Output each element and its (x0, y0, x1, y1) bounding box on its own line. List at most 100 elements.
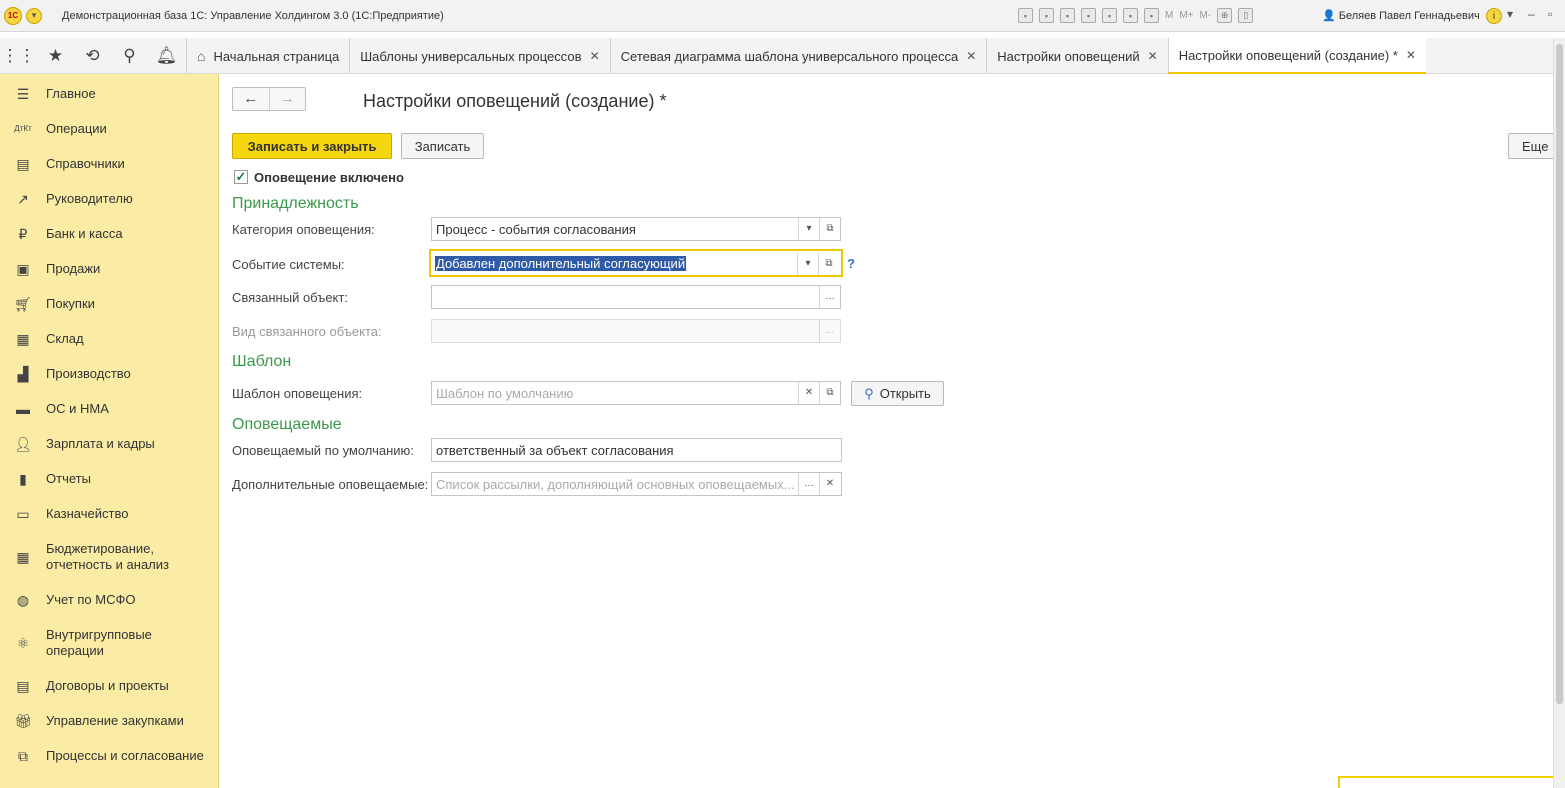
tab-label: Шаблоны универсальных процессов (360, 48, 582, 64)
tab-notification-settings-create[interactable]: Настройки оповещений (создание) * ✕ (1167, 38, 1426, 74)
trend-icon: ↗ (17, 191, 29, 207)
close-icon[interactable]: ✕ (1406, 48, 1416, 62)
save-and-close-button[interactable]: Записать и закрыть (232, 133, 392, 159)
bar-chart-icon: ▮ (19, 471, 27, 487)
extra-recipients-field[interactable]: Список рассылки, дополняющий основных оп… (431, 472, 842, 496)
close-icon[interactable]: ✕ (590, 49, 600, 63)
default-recipient-label: Оповещаемый по умолчанию: (232, 443, 414, 458)
template-placeholder: Шаблон по умолчанию (436, 386, 574, 401)
vertical-scrollbar[interactable] (1553, 38, 1565, 788)
sidebar-item-purchases[interactable]: 🛒︎ Покупки (0, 295, 219, 313)
open-form-icon[interactable]: ⧉ (818, 253, 839, 275)
sidebar-item-budgeting[interactable]: ▦ Бюджетирование, отчетность и анализ (0, 540, 219, 573)
tab-label: Настройки оповещений (997, 48, 1140, 64)
sidebar-item-ifrs[interactable]: ◍ Учет по МСФО (0, 591, 219, 609)
history-icon[interactable]: ⟲ (74, 46, 111, 66)
sidebar-item-production[interactable]: ▟ Производство (0, 365, 219, 383)
apps-grid-icon[interactable]: ⋮⋮ (0, 46, 37, 66)
page-title: Настройки оповещений (создание) * (363, 91, 667, 111)
clear-icon[interactable]: ✕ (798, 382, 819, 404)
tab-home[interactable]: ⌂ Начальная страница (186, 38, 349, 74)
chevron-down-icon[interactable]: ▾ (797, 253, 818, 275)
template-field[interactable]: Шаблон по умолчанию ✕ ⧉ (431, 381, 841, 405)
memory-plus-button[interactable]: M+ (1179, 8, 1193, 23)
nav-buttons: ← → (232, 87, 306, 111)
flow-icon: ⧉ (18, 748, 28, 764)
dropdown-icon[interactable]: ▾ (1507, 7, 1513, 21)
open-template-button[interactable]: ⚲ Открыть (851, 381, 944, 406)
sidebar-item-catalogs[interactable]: ▤ Справочники (0, 155, 219, 173)
sidebar-item-contracts[interactable]: ▤ Договоры и проекты (0, 677, 219, 695)
gift-icon: 🎁︎ (14, 713, 32, 729)
preview-icon[interactable]: ▪ (1060, 8, 1075, 23)
minimize-icon[interactable]: – (1528, 7, 1535, 21)
sidebar-item-manager[interactable]: ↗ Руководителю (0, 190, 219, 208)
bell-icon[interactable]: 🔔︎ (148, 46, 185, 66)
user-name[interactable]: 👤 Беляев Павел Геннадьевич (1322, 9, 1480, 22)
forward-arrow-icon[interactable]: → (268, 88, 306, 110)
copy-icon[interactable]: ▪ (1102, 8, 1117, 23)
search-icon[interactable]: ⚲ (111, 46, 148, 66)
group-recipients-title: Оповещаемые (232, 416, 342, 433)
warehouse-icon: ▦ (16, 331, 30, 347)
back-arrow-icon[interactable]: ← (233, 88, 269, 110)
sidebar-item-payroll[interactable]: 👤︎ Зарплата и кадры (0, 435, 219, 453)
tab-process-templates[interactable]: Шаблоны универсальных процессов ✕ (349, 38, 609, 74)
save-button[interactable]: Записать (401, 133, 484, 159)
form-area: ← → Настройки оповещений (создание) * За… (220, 74, 1565, 788)
tab-label: Сетевая диаграмма шаблона универсального… (620, 48, 959, 64)
tab-network-diagram[interactable]: Сетевая диаграмма шаблона универсального… (609, 38, 987, 74)
search-icon: ⚲ (864, 385, 874, 401)
help-icon[interactable]: ? (847, 256, 855, 271)
sidebar-item-reports[interactable]: ▮ Отчеты (0, 470, 219, 488)
chevron-down-icon[interactable]: ▾ (798, 218, 819, 240)
sidebar-item-operations[interactable]: ДтКт Операции (0, 120, 219, 138)
sidebar-item-bank[interactable]: ₽ Банк и касса (0, 225, 219, 243)
sidebar: ☰ Главное ДтКт Операции ▤ Справочники ↗ Руко… (0, 74, 219, 788)
enabled-label: Оповещение включено (254, 170, 404, 185)
favorites-star-icon[interactable]: ★ (37, 46, 74, 66)
tab-notification-settings[interactable]: Настройки оповещений ✕ (986, 38, 1167, 74)
select-ellipsis-icon[interactable]: … (798, 473, 819, 495)
memory-m-button[interactable]: M (1165, 8, 1173, 23)
sidebar-item-warehouse[interactable]: ▦ Склад (0, 330, 219, 348)
sidebar-item-main[interactable]: ☰ Главное (0, 85, 219, 103)
title-bar: 1С ▾ Демонстрационная база 1С: Управлени… (0, 0, 1565, 32)
save-icon[interactable]: ▪ (1018, 8, 1033, 23)
app-title: Демонстрационная база 1С: Управление Хол… (62, 9, 444, 22)
event-field[interactable]: Добавлен дополнительный согласующий ▾ ⧉ (429, 249, 843, 277)
event-label: Событие системы: (232, 257, 345, 272)
group-belonging-title: Принадлежность (232, 195, 359, 212)
panels-icon[interactable]: ▯ (1238, 8, 1254, 23)
tab-bar: ⋮⋮ ★ ⟲ ⚲ 🔔︎ ⌂ Начальная страница Шаблоны… (0, 38, 1565, 74)
close-icon[interactable]: ✕ (1148, 49, 1158, 63)
close-icon[interactable]: ✕ (966, 49, 976, 63)
restore-icon[interactable]: ▫ (1548, 7, 1552, 21)
open-form-icon[interactable]: ⧉ (819, 382, 840, 404)
memory-minus-button[interactable]: M- (1200, 8, 1212, 23)
sidebar-item-fixed-assets[interactable]: ▬ ОС и НМА (0, 400, 219, 418)
sidebar-item-intragroup[interactable]: ⚛ Внутригрупповые операции (0, 626, 219, 659)
sidebar-item-treasury[interactable]: ▭ Казначейство (0, 505, 219, 523)
sidebar-item-sales[interactable]: ▣ Продажи (0, 260, 219, 278)
calendar-icon[interactable]: ▪ (1144, 8, 1159, 23)
main-menu-button[interactable]: ▾ (26, 7, 42, 24)
template-label: Шаблон оповещения: (232, 386, 363, 401)
scrollbar-thumb[interactable] (1556, 44, 1563, 704)
bag-icon: ▣ (16, 261, 30, 277)
info-icon[interactable]: i (1486, 8, 1502, 24)
related-object-field[interactable]: … (431, 285, 841, 309)
sidebar-item-processes[interactable]: ⧉ Процессы и согласование (0, 747, 219, 765)
category-field[interactable]: Процесс - события согласования ▾ ⧉ (431, 217, 841, 241)
default-recipient-field[interactable]: ответственный за объект согласования (431, 438, 842, 462)
link-icon[interactable]: ▪ (1081, 8, 1096, 23)
open-form-icon[interactable]: ⧉ (819, 218, 840, 240)
enabled-checkbox[interactable]: ✓ (234, 170, 248, 184)
print-icon[interactable]: ▪ (1039, 8, 1054, 23)
select-ellipsis-icon[interactable]: … (819, 286, 840, 308)
clear-icon[interactable]: ✕ (819, 473, 840, 495)
sidebar-item-procurement[interactable]: 🎁︎ Управление закупками (0, 712, 219, 730)
calculator-tb-icon[interactable]: ▪ (1123, 8, 1138, 23)
zoom-icon[interactable]: ⊕ (1217, 8, 1233, 23)
1c-logo-icon[interactable]: 1С (4, 6, 22, 25)
